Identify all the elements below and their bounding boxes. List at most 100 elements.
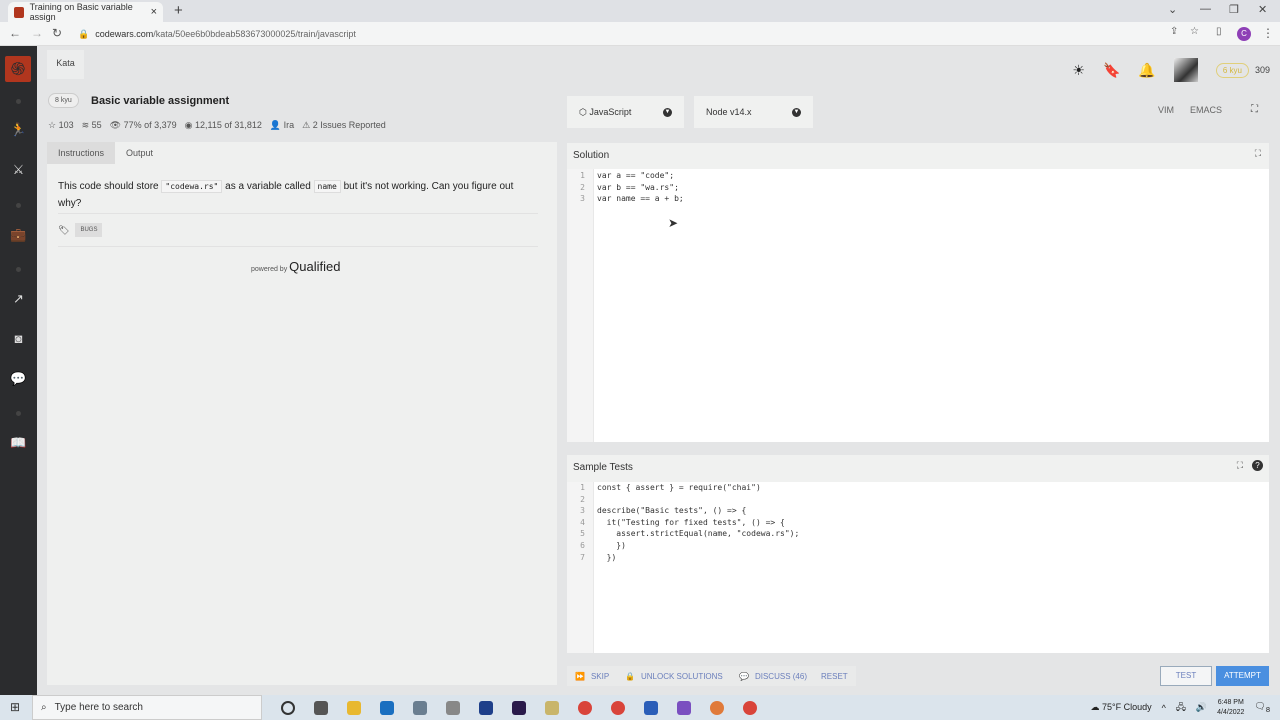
kata-description: This code should store "codewa.rs" as a … xyxy=(58,180,514,209)
task-view-icon[interactable] xyxy=(314,700,328,715)
chrome-icon[interactable] xyxy=(578,700,592,715)
discord-icon[interactable]: ◙ xyxy=(0,331,37,346)
code-line: 4 it("Testing for fixed tests", () => { xyxy=(580,517,785,527)
tag-icon: 🏷 xyxy=(58,224,70,235)
clock[interactable]: 6:48 PM 4/4/2022 xyxy=(1217,698,1244,718)
reset-button[interactable]: RESET xyxy=(813,666,856,686)
word-icon[interactable] xyxy=(644,700,658,715)
profile-avatar[interactable]: C xyxy=(1237,27,1251,41)
menu-icon[interactable]: ⋮ xyxy=(1262,26,1274,40)
tag-bugs[interactable]: BUGS xyxy=(75,223,103,237)
address-bar-row: ← → ↻ 🔒 codewars.com/kata/50ee6b0bdeab58… xyxy=(0,22,1280,46)
app-icon[interactable] xyxy=(446,700,460,715)
sidebar-dot xyxy=(16,267,21,272)
network-icon[interactable]: 🖧 xyxy=(1176,700,1186,716)
camera-icon[interactable] xyxy=(413,700,427,715)
header-actions: ☀ 🔖 🔔 6 kyu 309 xyxy=(1072,58,1270,82)
notifications-icon[interactable]: 🗨8 xyxy=(1254,701,1270,714)
emacs-mode-button[interactable]: EMACS xyxy=(1190,105,1222,115)
sample-tests-title: Sample Tests xyxy=(573,462,633,473)
language-select[interactable]: ⬡ JavaScript ▼ xyxy=(567,96,684,128)
back-icon[interactable]: ← xyxy=(9,26,21,40)
premiere-icon[interactable] xyxy=(512,700,526,715)
code-line: 3 var name == a + b; xyxy=(580,194,684,204)
vim-mode-button[interactable]: VIM xyxy=(1158,105,1174,115)
tab-instructions[interactable]: Instructions xyxy=(47,142,116,164)
test-button[interactable]: TEST xyxy=(1160,666,1212,686)
training-icon[interactable]: 🏃 xyxy=(0,122,37,138)
help-icon[interactable]: ? xyxy=(1252,460,1263,471)
unlock-solutions-button[interactable]: 🔒 UNLOCK SOLUTIONS xyxy=(617,666,731,686)
rank-badge: 6 kyu xyxy=(1215,62,1249,78)
windows-start-icon[interactable]: ⊞ xyxy=(10,700,20,714)
tab-output[interactable]: Output xyxy=(115,142,164,164)
search-icon: ⌕ xyxy=(41,702,47,713)
new-tab-icon[interactable]: + xyxy=(174,2,183,19)
windows-taskbar: ⊞ ⌕ Type here to search ☁ 75°F Cloudy ^ 🖧… xyxy=(0,695,1280,720)
theme-sun-icon[interactable]: ☀ xyxy=(1072,62,1085,79)
app-icon[interactable] xyxy=(479,700,493,715)
breadcrumb-kata[interactable]: Kata xyxy=(47,50,84,79)
share-icon[interactable]: ⇪ xyxy=(1170,26,1178,37)
notifications-bell-icon[interactable]: 🔔 xyxy=(1138,62,1155,79)
tests-editor[interactable]: 1 const { assert } = require("chai") 2 3 des… xyxy=(567,482,1269,653)
attempt-button[interactable]: ATTEMPT xyxy=(1216,666,1269,686)
expand-solution-icon[interactable]: ⛶ xyxy=(1255,148,1261,159)
editor-modes: VIM EMACS xyxy=(1158,105,1252,115)
browser-tab[interactable]: Training on Basic variable assign × xyxy=(8,2,163,22)
tray-chevron-icon[interactable]: ^ xyxy=(1162,703,1166,713)
bookmarks-icon[interactable]: 🔖 xyxy=(1103,62,1120,79)
url-input[interactable]: 🔒 codewars.com/kata/50ee6b0bdeab58367300… xyxy=(78,25,1178,43)
issues-link[interactable]: ⚠ 2 Issues Reported xyxy=(302,120,386,131)
discuss-button[interactable]: 💬 DISCUSS (46) xyxy=(731,666,815,686)
taskbar-search[interactable]: ⌕ Type here to search xyxy=(32,695,262,720)
browser-tab-bar: Training on Basic variable assign × + ⌄ … xyxy=(0,0,1280,22)
practice-icon[interactable]: ⚔ xyxy=(0,162,37,178)
url-path: /kata/50ee6b0bdeab583673000025/train/jav… xyxy=(153,29,356,39)
chat-icon[interactable]: 💬 xyxy=(0,371,37,387)
chrome-icon[interactable] xyxy=(611,700,625,715)
divider xyxy=(58,246,538,247)
briefcase-icon[interactable]: 💼 xyxy=(0,227,37,243)
close-tab-icon[interactable]: × xyxy=(151,6,157,18)
inline-code: "codewa.rs" xyxy=(161,180,223,193)
stars-stat[interactable]: ☆ 103 xyxy=(48,120,74,131)
tab-title: Training on Basic variable assign xyxy=(29,2,133,22)
powered-by-qualified[interactable]: powered by Qualified xyxy=(251,259,340,274)
leaderboard-icon[interactable]: ↗ xyxy=(0,291,37,307)
weather-widget[interactable]: ☁ 75°F Cloudy xyxy=(1091,702,1152,713)
docs-icon[interactable]: 📖 xyxy=(0,435,37,451)
reload-icon[interactable]: ↻ xyxy=(52,26,62,40)
chrome-icon[interactable] xyxy=(743,700,757,715)
restore-icon[interactable]: ❐ xyxy=(1229,3,1239,16)
codewars-logo[interactable]: ֍ xyxy=(5,56,31,82)
volume-icon[interactable]: 🔊 xyxy=(1196,702,1207,713)
skip-button[interactable]: ⏩ SKIP xyxy=(567,666,618,686)
bookmark-star-icon[interactable]: ☆ xyxy=(1190,26,1199,37)
lock-icon: 🔒 xyxy=(625,671,635,681)
divider xyxy=(58,213,538,214)
mail-icon[interactable] xyxy=(380,700,394,715)
file-explorer-icon[interactable] xyxy=(347,700,361,715)
visual-studio-icon[interactable] xyxy=(677,700,691,715)
forward-icon[interactable]: → xyxy=(31,26,43,40)
app-icon[interactable] xyxy=(710,700,724,715)
author-link[interactable]: 👤 Ira xyxy=(270,120,294,131)
app-icon[interactable] xyxy=(545,700,559,715)
side-panel-icon[interactable]: ▯ xyxy=(1216,26,1222,37)
collections-stat[interactable]: ≋ 55 xyxy=(82,120,102,131)
minimize-icon[interactable]: — xyxy=(1200,3,1211,15)
close-window-icon[interactable]: ✕ xyxy=(1258,3,1267,16)
fullscreen-icon[interactable]: ⛶ xyxy=(1251,104,1258,115)
mouse-cursor: ➤ xyxy=(668,216,679,230)
version-select[interactable]: Node v14.x ▼ xyxy=(694,96,813,128)
comments-icon: 💬 xyxy=(739,671,749,681)
tab-search-icon[interactable]: ⌄ xyxy=(1168,3,1177,16)
cortana-icon[interactable] xyxy=(281,700,295,715)
solution-editor[interactable]: 1 var a == "code"; 2 var b == "wa.rs"; 3 var … xyxy=(567,169,1269,442)
user-avatar[interactable] xyxy=(1173,58,1198,82)
chevron-down-icon: ▼ xyxy=(663,107,672,117)
sample-tests-panel: Sample Tests ⛶ ? 1 const { assert } = req… xyxy=(567,455,1269,653)
expand-tests-icon[interactable]: ⛶ xyxy=(1237,460,1243,471)
code-line: 7 }) xyxy=(580,552,617,562)
